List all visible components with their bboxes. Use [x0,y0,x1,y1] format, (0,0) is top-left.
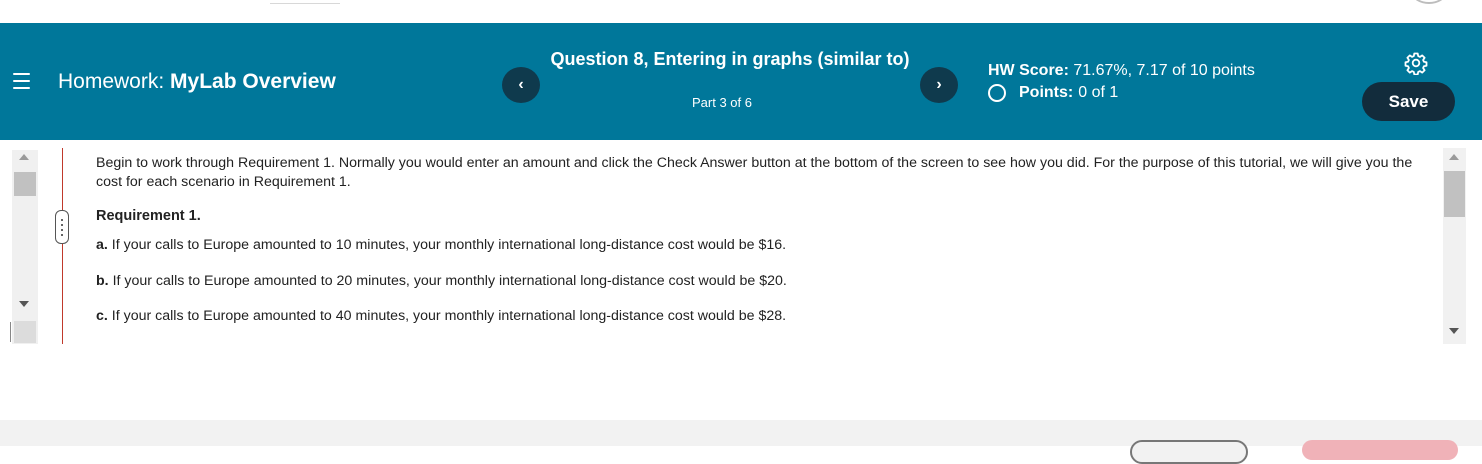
left-tick-divider [10,322,11,342]
right-scrollbar[interactable] [1443,148,1466,344]
scroll-up-icon[interactable] [19,154,29,160]
requirement-item: c. If your calls to Europe amounted to 4… [96,308,786,324]
gear-icon[interactable] [1404,51,1428,75]
instructions: Begin to work through Requirement 1. Nor… [96,154,1432,192]
scrollbar-thumb[interactable] [14,172,36,196]
scroll-up-icon[interactable] [1449,154,1459,160]
intro-text: Begin to work through Requirement 1. Nor… [96,155,1413,190]
points-value: 0 of 1 [1078,84,1119,101]
radio-empty-icon [988,84,1006,102]
question-part: Part 3 of 6 [692,95,752,110]
partial-circle-icon [1412,0,1446,4]
item-text: If your calls to Europe amounted to 20 m… [112,273,787,289]
hw-score-value: 71.67%, 7.17 of 10 points [1073,62,1255,79]
homework-prefix: Homework: [58,70,165,93]
scroll-down-icon[interactable] [19,301,29,307]
item-text: If your calls to Europe amounted to 10 m… [111,237,787,253]
footer-button-secondary[interactable] [1130,440,1248,464]
save-button[interactable]: Save [1362,82,1455,121]
scrollbar-track-end [14,321,36,343]
top-divider [270,0,340,4]
homework-name: MyLab Overview [170,70,336,93]
item-letter: b. [96,273,109,289]
footer-button-primary[interactable] [1302,440,1458,460]
header-bar: Homework: MyLab Overview ‹ Question 8, E… [0,23,1482,140]
scrollbar-thumb[interactable] [1444,171,1465,217]
scroll-down-icon[interactable] [1449,328,1459,334]
requirement-item: a. If your calls to Europe amounted to 1… [96,237,786,253]
panel-resize-handle[interactable] [55,210,69,244]
chevron-right-icon: › [936,76,942,93]
item-text: If your calls to Europe amounted to 40 m… [111,308,787,324]
item-letter: a. [96,237,108,253]
hw-score: HW Score: 71.67%, 7.17 of 10 points [988,62,1255,80]
question-title: Question 8, Entering in graphs (similar … [550,49,910,69]
left-scrollbar[interactable] [12,150,38,344]
homework-title: Homework: MyLab Overview [58,70,336,94]
requirement-item: b. If your calls to Europe amounted to 2… [96,273,787,289]
item-letter: c. [96,308,108,324]
footer-bar [0,420,1482,446]
points-label: Points: [1019,84,1074,101]
next-question-button[interactable]: › [920,67,958,103]
hw-score-label: HW Score: [988,62,1069,79]
panel-divider [62,148,63,344]
previous-question-button[interactable]: ‹ [502,67,540,103]
top-strip [0,0,1482,23]
hamburger-menu-icon[interactable] [13,73,30,89]
points: Points: 0 of 1 [988,84,1118,102]
requirement-title: Requirement 1. [96,208,201,224]
chevron-left-icon: ‹ [518,76,524,93]
